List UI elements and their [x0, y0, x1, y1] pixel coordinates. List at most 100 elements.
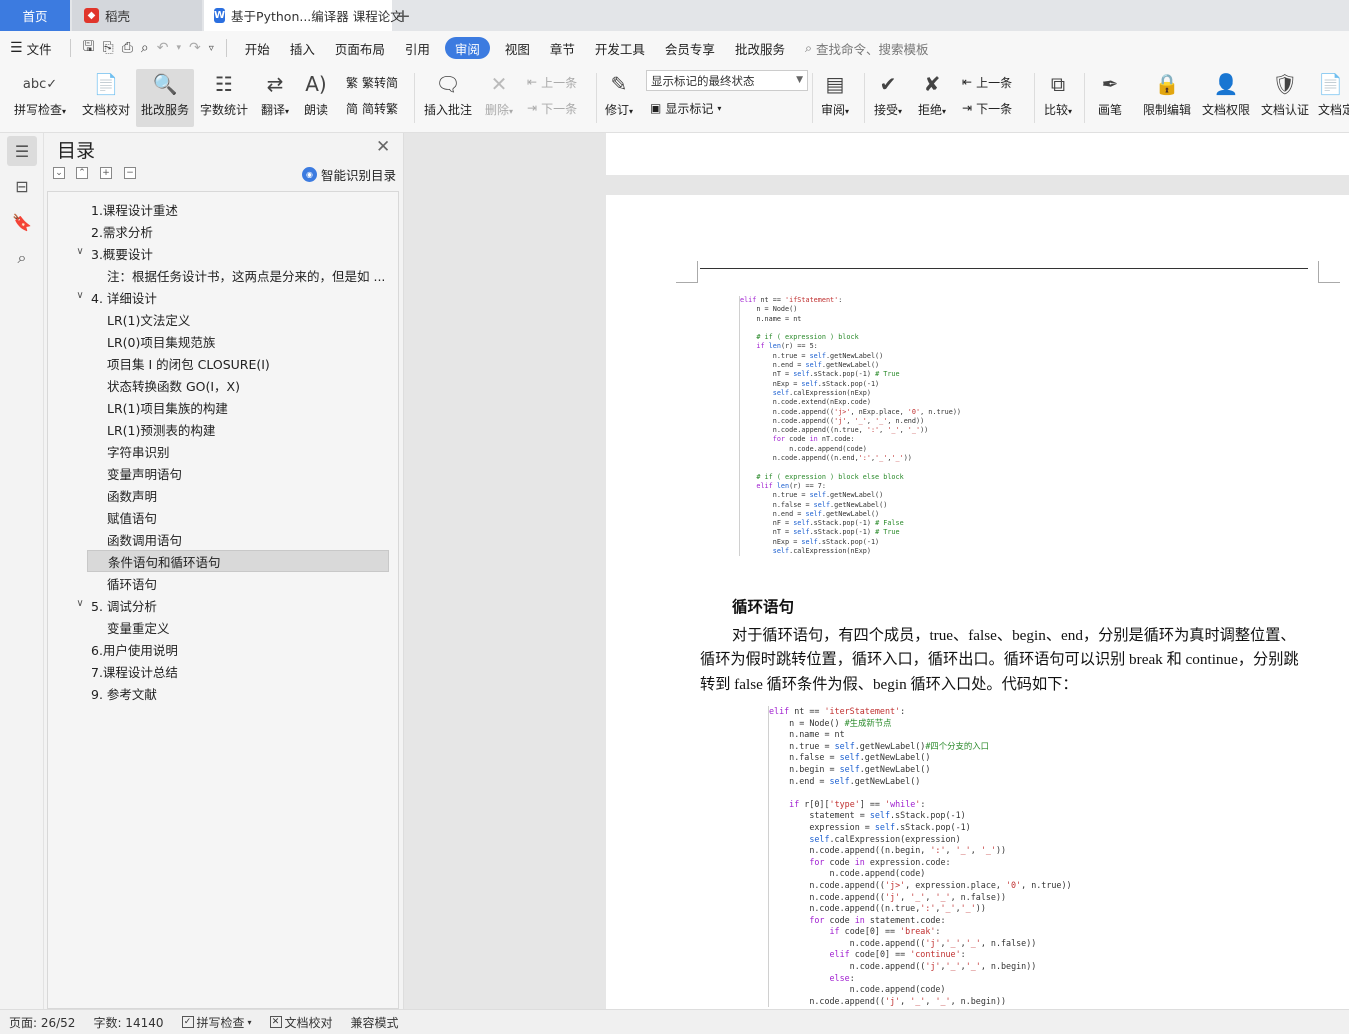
trad-to-simp-button[interactable]: 繁繁转简 — [346, 71, 398, 93]
next-change-button[interactable]: ⇥ 下一条 — [962, 97, 1012, 119]
track-changes-button[interactable]: ✎ 修订▾ — [600, 69, 638, 127]
document-check-icon: 📄 — [93, 72, 119, 96]
show-markup-button[interactable]: ▣ 显示标记 ▾ — [650, 97, 721, 119]
toc-item[interactable]: LR(1)文法定义 — [107, 308, 190, 330]
tab-home[interactable]: 首页 — [0, 0, 70, 31]
next-comment-button[interactable]: ⇥ 下一条 — [527, 97, 577, 119]
toc-item[interactable]: 赋值语句 — [107, 506, 157, 528]
toc-item[interactable]: 变量声明语句 — [107, 462, 182, 484]
page-indicator[interactable]: 页面: 26/52 — [0, 1014, 84, 1031]
print-icon[interactable]: ⎙ — [118, 40, 137, 56]
toc-item[interactable]: 条件语句和循环语句 — [87, 550, 389, 572]
doc-certify-button[interactable]: 🛡 文档认证 — [1258, 69, 1312, 127]
word-count[interactable]: 字数: 14140 — [84, 1014, 172, 1031]
redo-icon[interactable]: ↷ — [185, 40, 205, 56]
compare-button[interactable]: ⧉ 比较▾ — [1038, 69, 1078, 127]
review-pane-button[interactable]: ▤ 审阅▾ — [816, 69, 854, 127]
prev-change-button[interactable]: ⇤ 上一条 — [962, 71, 1012, 93]
toc-item[interactable]: 7.课程设计总结 — [91, 660, 178, 682]
toc-item[interactable]: 函数调用语句 — [107, 528, 182, 550]
toc-item[interactable]: 循环语句 — [107, 572, 157, 594]
next-change-icon: ⇥ — [962, 101, 973, 115]
spell-check-status[interactable]: ✓ 拼写检查 ▾ — [173, 1014, 261, 1031]
expand-chevron-icon[interactable]: ∨ — [73, 246, 87, 257]
command-search[interactable]: ⌕ 查找命令、搜索模板 — [805, 39, 929, 58]
undo-icon[interactable]: ↶ — [153, 40, 173, 56]
toc-item[interactable]: 函数声明 — [107, 484, 157, 506]
toc-item[interactable]: LR(1)项目集族的构建 — [107, 396, 228, 418]
button-label: 拒绝 — [917, 103, 942, 117]
toc-panel-icon[interactable]: ☰ — [7, 136, 37, 166]
toc-item[interactable]: 状态转换函数 GO(I，X) — [107, 374, 240, 396]
toc-item[interactable]: 注：根据任务设计书，这两点是分来的，但是如 ... — [107, 264, 385, 286]
restrict-edit-button[interactable]: 🔒 限制编辑 — [1140, 69, 1194, 127]
toc-item[interactable]: LR(0)项目集规范族 — [107, 330, 215, 352]
customize-toolbar-icon[interactable]: ▿ — [205, 43, 218, 54]
menu-start[interactable]: 开始 — [235, 39, 280, 58]
menu-label: 插入 — [289, 41, 315, 57]
search-icon[interactable]: ⌕ — [7, 243, 37, 273]
toc-item[interactable]: 4. 详细设计 — [91, 286, 157, 308]
expand-chevron-icon[interactable]: ∨ — [73, 290, 87, 301]
tab-document[interactable]: W 基于Python...编译器 课程论文 — [204, 0, 403, 31]
save-icon[interactable]: 🖫 — [79, 36, 99, 60]
expand-chevron-icon[interactable]: ∨ — [73, 598, 87, 609]
menu-view[interactable]: 视图 — [495, 39, 540, 58]
spell-check-button[interactable]: abc✓ 拼写检查▾ — [8, 69, 72, 127]
doc-proof-status[interactable]: ✕ 文档校对 — [261, 1014, 342, 1031]
menu-page-layout[interactable]: 页面布局 — [325, 39, 395, 58]
doc-proof-button[interactable]: 📄 文档校对 — [78, 69, 134, 127]
accept-button[interactable]: ✔ 接受▾ — [868, 69, 908, 127]
expand-up-icon[interactable]: ⌃ — [76, 167, 88, 179]
pen-button[interactable]: ✒ 画笔 — [1092, 69, 1128, 127]
print-preview-icon[interactable]: ⌕ — [137, 40, 153, 56]
menu-references[interactable]: 引用 — [395, 39, 440, 58]
compat-mode: 兼容模式 — [342, 1014, 408, 1031]
doc-more-button[interactable]: 📄 文档定 — [1318, 69, 1349, 127]
remove-heading-icon[interactable]: − — [124, 167, 136, 179]
export-icon[interactable]: ⎘ — [99, 40, 118, 56]
markup-state-select[interactable]: 显示标记的最终状态 ▼ — [646, 70, 808, 91]
menu-member[interactable]: 会员专享 — [655, 39, 725, 58]
menu-developer[interactable]: 开发工具 — [585, 39, 655, 58]
toc-item[interactable]: 3.概要设计 — [91, 242, 153, 264]
toc-item[interactable]: 1.课程设计重述 — [91, 198, 178, 220]
translate-button[interactable]: ⇄ 翻译▾ — [256, 69, 294, 127]
button-label: 字数统计 — [199, 103, 248, 117]
toc-item[interactable]: 2.需求分析 — [91, 220, 153, 242]
collapse-all-icon[interactable]: ⌄ — [53, 167, 65, 179]
word-count-button[interactable]: ☷ 字数统计 — [198, 69, 250, 127]
toc-item[interactable]: 变量重定义 — [107, 616, 170, 638]
read-aloud-button[interactable]: A) 朗读 — [298, 69, 334, 127]
body-paragraph: 对于循环语句，有四个成员，true、false、begin、end，分别是循环为… — [700, 627, 1299, 693]
simp-to-trad-button[interactable]: 简简转繁 — [346, 97, 398, 119]
document-user-icon: 👤 — [1213, 72, 1239, 96]
prev-comment-button[interactable]: ⇤ 上一条 — [527, 71, 577, 93]
undo-dropdown-icon[interactable]: ▾ — [173, 43, 186, 53]
page-current[interactable]: elif nt == 'ifStatement': n = Node() n.n… — [606, 195, 1349, 1009]
add-heading-icon[interactable]: + — [100, 167, 112, 179]
toc-item[interactable]: 9. 参考文献 — [91, 682, 157, 704]
toc-item[interactable]: 项目集 I 的闭包 CLOSURE(I) — [107, 352, 270, 374]
delete-comment-button[interactable]: ✕ 删除▾ — [480, 69, 518, 127]
menu-review[interactable]: 审阅 — [444, 37, 490, 59]
menu-insert[interactable]: 插入 — [280, 39, 325, 58]
chapter-nav-icon[interactable]: ⊟ — [7, 171, 37, 201]
menu-chapter[interactable]: 章节 — [540, 39, 585, 58]
new-tab-button[interactable]: + — [392, 0, 414, 31]
reject-button[interactable]: ✘ 拒绝▾ — [912, 69, 952, 127]
toc-item[interactable]: 字符串识别 — [107, 440, 170, 462]
insert-comment-button[interactable]: 🗨 插入批注 — [420, 69, 476, 127]
bookmark-icon[interactable]: 🔖 — [7, 207, 37, 237]
file-menu[interactable]: ☰ 文件 — [0, 39, 62, 58]
tab-daoke[interactable]: ◆ 稻壳 — [72, 0, 202, 31]
doc-permission-button[interactable]: 👤 文档权限 — [1199, 69, 1253, 127]
menu-correction[interactable]: 批改服务 — [725, 39, 795, 58]
toc-item[interactable]: 5. 调试分析 — [91, 594, 157, 616]
comment-add-icon: 🗨 — [435, 72, 461, 96]
smart-toc-button[interactable]: ◉ 智能识别目录 — [302, 165, 396, 184]
close-icon[interactable]: ✕ — [376, 137, 390, 157]
correction-service-button[interactable]: 🔍 批改服务 — [136, 69, 194, 127]
toc-item[interactable]: 6.用户使用说明 — [91, 638, 178, 660]
toc-item[interactable]: LR(1)预测表的构建 — [107, 418, 215, 440]
